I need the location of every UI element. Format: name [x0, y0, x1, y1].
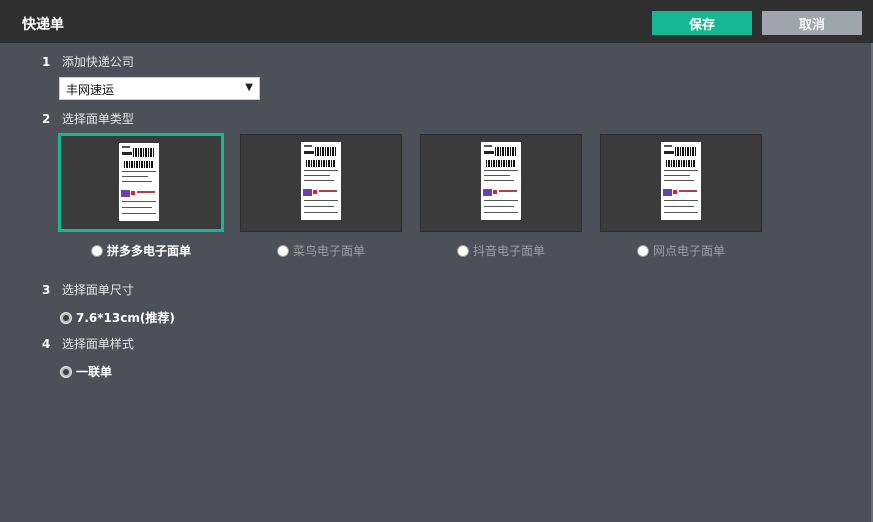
size-option[interactable]: 7.6*13cm(推荐): [60, 309, 175, 326]
radio-button[interactable]: [91, 244, 103, 257]
step-label: 选择面单样式: [61, 337, 134, 351]
save-button[interactable]: 保存: [652, 11, 752, 35]
step-3-heading: 3 选择面单尺寸: [42, 281, 134, 298]
waybill-card-cainiao[interactable]: [240, 134, 402, 232]
radio-button[interactable]: [60, 311, 72, 324]
courier-company-select[interactable]: 丰网速运 ▼: [59, 77, 260, 100]
radio-label: 抖音电子面单: [473, 244, 546, 258]
dialog-title: 快递单: [22, 17, 64, 33]
step-label: 选择面单类型: [61, 112, 134, 126]
radio-label: 拼多多电子面单: [107, 244, 192, 258]
radio-button[interactable]: [60, 365, 72, 378]
step-label: 添加快递公司: [61, 55, 134, 69]
select-value: 丰网速运: [66, 83, 115, 97]
dialog-header: 快递单 保存 取消: [0, 0, 873, 43]
step-4-heading: 4 选择面单样式: [42, 335, 134, 352]
waybill-dialog: 快递单 保存 取消 1 添加快递公司 丰网速运 ▼ 2 选择面单类型 拼多多电子…: [0, 0, 873, 522]
step-1-heading: 1 添加快递公司: [42, 53, 134, 70]
radio-pinduoduo[interactable]: 拼多多电子面单: [91, 242, 191, 259]
waybill-preview-image: [301, 142, 341, 220]
radio-button[interactable]: [277, 244, 289, 257]
step-number: 1: [42, 55, 51, 69]
step-number: 2: [42, 112, 51, 126]
radio-douyin[interactable]: 抖音电子面单: [457, 242, 545, 259]
step-number: 4: [42, 337, 51, 351]
waybill-card-douyin[interactable]: [420, 134, 582, 232]
waybill-preview-image: [481, 142, 521, 220]
style-label: 一联单: [76, 365, 113, 379]
step-2-heading: 2 选择面单类型: [42, 110, 134, 127]
waybill-preview-image: [661, 142, 701, 220]
radio-button[interactable]: [637, 244, 649, 257]
size-label: 7.6*13cm(推荐): [76, 311, 175, 325]
style-option[interactable]: 一联单: [60, 363, 112, 380]
radio-label: 菜鸟电子面单: [293, 244, 366, 258]
chevron-down-icon: ▼: [245, 82, 253, 93]
radio-button[interactable]: [457, 244, 469, 257]
waybill-card-pinduoduo[interactable]: [58, 133, 224, 232]
step-number: 3: [42, 283, 51, 297]
cancel-button[interactable]: 取消: [762, 11, 862, 35]
step-label: 选择面单尺寸: [61, 283, 134, 297]
radio-outlet[interactable]: 网点电子面单: [637, 242, 725, 259]
waybill-preview-image: [119, 143, 159, 221]
radio-label: 网点电子面单: [653, 244, 726, 258]
radio-cainiao[interactable]: 菜鸟电子面单: [277, 242, 365, 259]
waybill-card-outlet[interactable]: [600, 134, 762, 232]
